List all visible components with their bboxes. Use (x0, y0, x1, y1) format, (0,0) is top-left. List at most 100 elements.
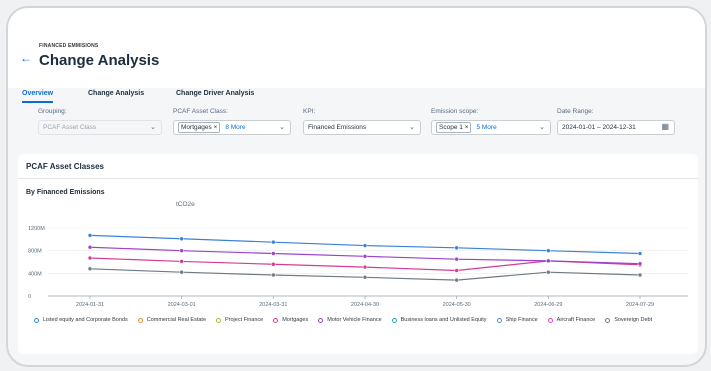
legend-item[interactable]: Business loans and Unlisted Equity (391, 317, 487, 323)
y-tick-label: 0 (28, 294, 31, 300)
legend-item[interactable]: Project Finance (216, 317, 263, 323)
scope-more-link[interactable]: 5 More (476, 124, 496, 131)
legend-marker-icon (34, 317, 39, 323)
x-tick-label: 2024-04-30 (351, 302, 379, 308)
date-range-value: 2024-01-01 – 2024-12-31 (562, 124, 636, 131)
x-tick-label: 2024-03-01 (168, 302, 196, 308)
chevron-down-icon: ⌄ (409, 124, 415, 131)
legend-label: Project Finance (225, 317, 264, 323)
legend-marker-icon (547, 317, 553, 323)
legend-marker-icon (496, 317, 502, 323)
legend-item[interactable]: Listed equity and Corporate Bonds (34, 317, 128, 323)
data-point (87, 245, 93, 250)
x-tick-label: 2024-06-29 (534, 302, 562, 308)
y-tick-label: 400M (28, 271, 42, 277)
data-point (637, 251, 643, 256)
y-tick-label: 1200M (28, 226, 45, 232)
legend-item[interactable]: Ship Finance (496, 317, 538, 323)
kpi-select[interactable]: Financed Emissions ⌄ (303, 120, 421, 135)
legend-label: Sovereign Debt (614, 317, 653, 323)
x-tick-label: 2024-01-31 (76, 302, 104, 308)
data-point (546, 269, 551, 275)
data-point (454, 268, 459, 273)
data-point (271, 251, 276, 256)
y-tick-label: 800M (28, 249, 42, 255)
chevron-down-icon: ⌄ (279, 124, 285, 131)
date-range-picker[interactable]: 2024-01-01 – 2024-12-31 ▦ (557, 120, 675, 135)
kpi-label: KPI: (303, 108, 316, 115)
back-arrow-icon[interactable]: ← (20, 51, 32, 65)
x-tick-label: 2024-05-30 (443, 302, 471, 308)
chart-legend: Listed equity and Corporate Bonds Commerc… (34, 317, 684, 331)
legend-item[interactable]: Mortgages (273, 317, 308, 323)
legend-label: Motor Vehicle Finance (327, 317, 382, 323)
grouping-label: Grouping: (38, 108, 67, 115)
data-point (546, 258, 551, 264)
scope-multiselect[interactable]: Scope 1 × 5 More ⌄ (431, 120, 551, 135)
x-tick-label: 2024-07-29 (626, 302, 654, 308)
asset-class-multiselect[interactable]: Mortgages × 8 More ⌄ (173, 120, 291, 135)
legend-label: Aircraft Finance (556, 317, 596, 323)
data-point (637, 272, 643, 278)
legend-marker-icon (605, 317, 611, 323)
legend-label: Listed equity and Corporate Bonds (43, 317, 128, 323)
asset-class-token[interactable]: Mortgages × (178, 122, 221, 133)
scope-label: Emission scope: (431, 108, 479, 115)
calendar-icon[interactable]: ▦ (661, 122, 669, 131)
grouping-value: PCAF Asset Class (43, 124, 97, 131)
legend-item[interactable]: Commercial Real Estate (137, 317, 206, 323)
data-point (362, 264, 368, 270)
line-chart: 0 400M 800M 1200M 2024-01-31 2024-03-01 2024-0… (28, 226, 688, 308)
legend-item[interactable]: Sovereign Debt (605, 317, 652, 323)
data-point (362, 275, 368, 280)
data-point (179, 248, 184, 253)
legend-label: Commercial Real Estate (146, 317, 206, 323)
legend-marker-icon (318, 317, 324, 323)
data-point (454, 245, 459, 251)
data-point (179, 236, 184, 242)
data-point (637, 261, 643, 266)
legend-label: Business loans and Unlisted Equity (400, 317, 487, 323)
data-point (87, 233, 93, 238)
page-header: ← FINANCED EMMISIONS Change Analysis Ove… (8, 8, 705, 103)
data-point (271, 239, 276, 245)
asset-class-label: PCAF Asset Class: (173, 108, 228, 115)
x-tick-label: 2024-03-31 (259, 302, 287, 308)
data-point (454, 256, 459, 262)
legend-marker-icon (273, 317, 279, 323)
legend-marker-icon (391, 317, 397, 323)
legend-item[interactable]: Aircraft Finance (547, 317, 596, 323)
page-subtitle: FINANCED EMMISIONS (39, 43, 99, 49)
asset-classes-card: PCAF Asset Classes By Financed Emissions… (18, 154, 698, 354)
app-frame: ← FINANCED EMMISIONS Change Analysis Ove… (6, 6, 707, 367)
asset-class-more-link[interactable]: 8 More (225, 124, 245, 131)
date-range-label: Date Range: (557, 108, 594, 115)
token-remove-icon[interactable]: × (214, 124, 218, 131)
filter-bar: Grouping: PCAF Asset Class ⌄ PCAF Asset … (8, 108, 705, 152)
data-point (87, 255, 93, 261)
data-point (362, 243, 368, 248)
kpi-value: Financed Emissions (308, 124, 367, 131)
grouping-select[interactable]: PCAF Asset Class ⌄ (38, 120, 162, 135)
token-remove-icon[interactable]: × (465, 124, 469, 131)
tab-overview[interactable]: Overview (22, 90, 54, 103)
data-point (546, 248, 551, 253)
data-point (179, 259, 184, 264)
data-point (362, 254, 368, 259)
legend-label: Ship Finance (505, 317, 538, 323)
page-title: Change Analysis (39, 52, 160, 69)
legend-marker-icon (137, 317, 143, 323)
scope-token[interactable]: Scope 1 × (436, 122, 472, 133)
data-point (87, 266, 93, 272)
tab-change-analysis[interactable]: Change Analysis (88, 90, 144, 97)
chevron-down-icon: ⌄ (539, 124, 545, 131)
data-point (271, 272, 276, 278)
data-point (454, 277, 459, 283)
data-point (179, 269, 184, 275)
chevron-down-icon: ⌄ (150, 124, 156, 131)
legend-marker-icon (216, 317, 221, 323)
tab-change-driver-analysis[interactable]: Change Driver Analysis (176, 90, 254, 97)
data-point (271, 262, 276, 267)
legend-label: Mortgages (282, 317, 309, 323)
legend-item[interactable]: Motor Vehicle Finance (318, 317, 382, 323)
